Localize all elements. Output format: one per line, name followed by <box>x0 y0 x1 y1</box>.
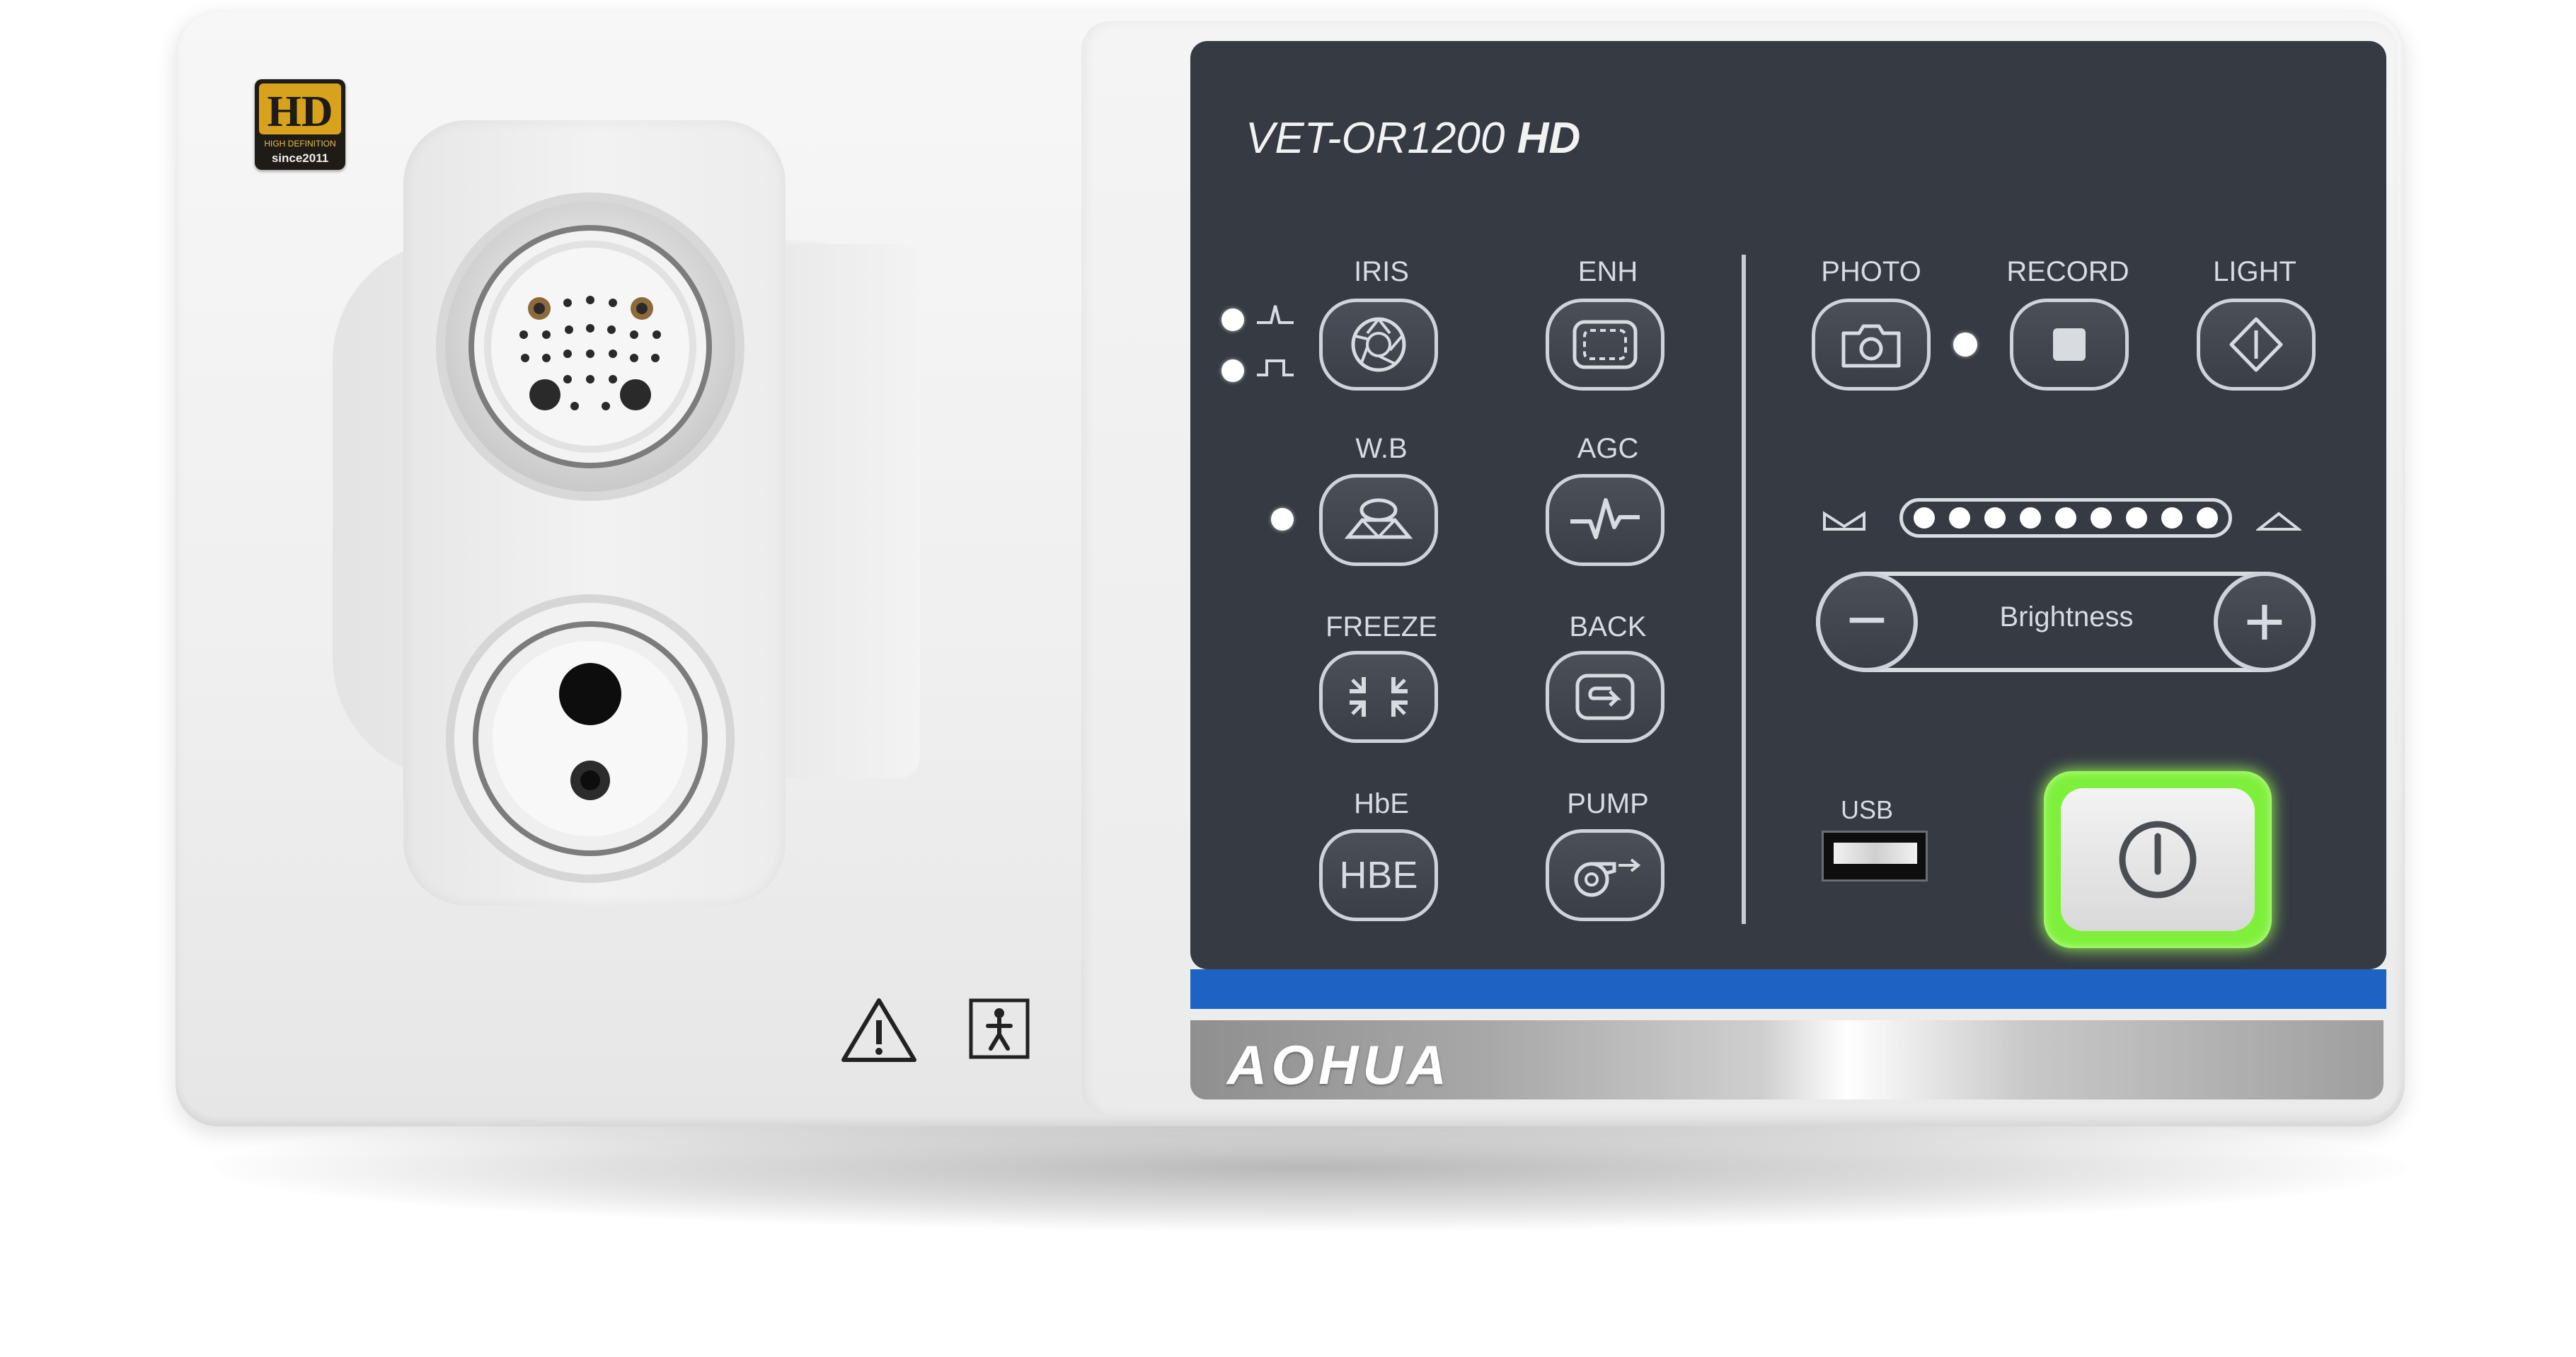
pump-icon <box>1574 858 1641 897</box>
panel-divider <box>1742 255 1746 924</box>
warning-triangle-icon <box>841 996 917 1064</box>
type-bf-applied-part-icon <box>968 998 1030 1060</box>
brightness-level-dot <box>2055 507 2076 529</box>
aperture-icon <box>1351 317 1406 372</box>
freeze-button[interactable] <box>1319 651 1438 743</box>
brightness-level-dot <box>1914 507 1935 529</box>
freeze-label: FREEZE <box>1326 611 1437 642</box>
iris-label: IRIS <box>1354 256 1409 287</box>
back-label: BACK <box>1569 611 1647 642</box>
enhance-frame-icon <box>1572 320 1638 369</box>
light-button[interactable] <box>2197 299 2316 391</box>
brightness-level-dot <box>1949 507 1970 529</box>
model-title: VET-OR1200 HD <box>1246 113 1580 177</box>
video-connector[interactable] <box>433 190 747 504</box>
brand-logo: AOHUA <box>1227 1034 1451 1096</box>
back-button[interactable] <box>1546 651 1664 743</box>
collapse-arrows-icon <box>1350 677 1408 717</box>
record-label: RECORD <box>2006 256 2129 287</box>
power-icon <box>2119 821 2197 899</box>
hbe-button[interactable]: HBE <box>1319 829 1438 921</box>
pump-label: PUMP <box>1567 788 1649 819</box>
white-balance-icon <box>1344 498 1413 539</box>
brightness-decrease-button[interactable]: − <box>1816 572 1918 672</box>
wb-button[interactable] <box>1319 474 1438 566</box>
return-icon <box>1575 674 1635 720</box>
wb-led <box>1271 508 1294 531</box>
camera-icon <box>1841 324 1901 368</box>
pump-button[interactable] <box>1546 829 1664 921</box>
iris-average-led <box>1221 359 1244 382</box>
power-button-ring[interactable] <box>2044 771 2272 948</box>
brightness-increase-button[interactable]: + <box>2214 572 2316 672</box>
brightness-high-icon <box>2255 505 2303 536</box>
peak-mode-icon <box>1254 296 1296 331</box>
agc-button[interactable] <box>1546 474 1664 566</box>
model-suffix: HD <box>1517 114 1581 163</box>
brightness-level-dot <box>2197 507 2218 529</box>
usb-port[interactable] <box>1822 831 1928 882</box>
wb-label: W.B <box>1355 433 1408 464</box>
diamond-icon <box>2229 317 2283 372</box>
usb-port-tongue <box>1834 843 1917 864</box>
hd-logo-year: since2011 <box>272 151 328 165</box>
agc-label: AGC <box>1577 433 1639 464</box>
iris-button[interactable] <box>1319 299 1438 391</box>
brand-bar: AOHUA <box>1190 1020 2384 1099</box>
power-button[interactable] <box>2061 788 2255 931</box>
photo-button[interactable] <box>1812 299 1931 391</box>
brightness-level-dot <box>2126 507 2147 529</box>
brightness-level-dot <box>1984 507 2006 529</box>
enh-label: ENH <box>1577 256 1638 287</box>
brightness-level-dot <box>2091 507 2112 529</box>
hbe-label: HbE <box>1354 788 1409 819</box>
brightness-low-icon <box>1822 505 1867 536</box>
waveform-icon <box>1570 498 1640 539</box>
brightness-level-dot <box>2020 507 2041 529</box>
hd-logo-text: HD <box>268 88 333 136</box>
record-button[interactable] <box>2010 299 2129 391</box>
brightness-label: Brightness <box>1999 601 2134 633</box>
brightness-level-dots <box>1914 507 2218 529</box>
iris-peak-led <box>1221 308 1244 331</box>
record-led <box>1953 333 1977 357</box>
light-label: LIGHT <box>2213 256 2296 287</box>
accent-strip <box>1190 969 2386 1009</box>
hd-logo-subtitle: HIGH DEFINITION <box>264 139 335 149</box>
brightness-level-meter <box>1899 498 2232 538</box>
brightness-level-dot <box>2161 507 2183 529</box>
model-name: VET-OR1200 <box>1246 114 1505 163</box>
average-mode-icon <box>1254 348 1296 383</box>
hd-since2011-logo: HD HIGH DEFINITION since2011 <box>255 79 345 170</box>
stop-square-icon <box>2053 328 2086 361</box>
enh-button[interactable] <box>1546 299 1664 391</box>
light-guide-connector[interactable] <box>444 593 736 884</box>
usb-label: USB <box>1840 795 1894 824</box>
connector-side-block <box>771 244 920 778</box>
photo-label: PHOTO <box>1821 256 1921 287</box>
